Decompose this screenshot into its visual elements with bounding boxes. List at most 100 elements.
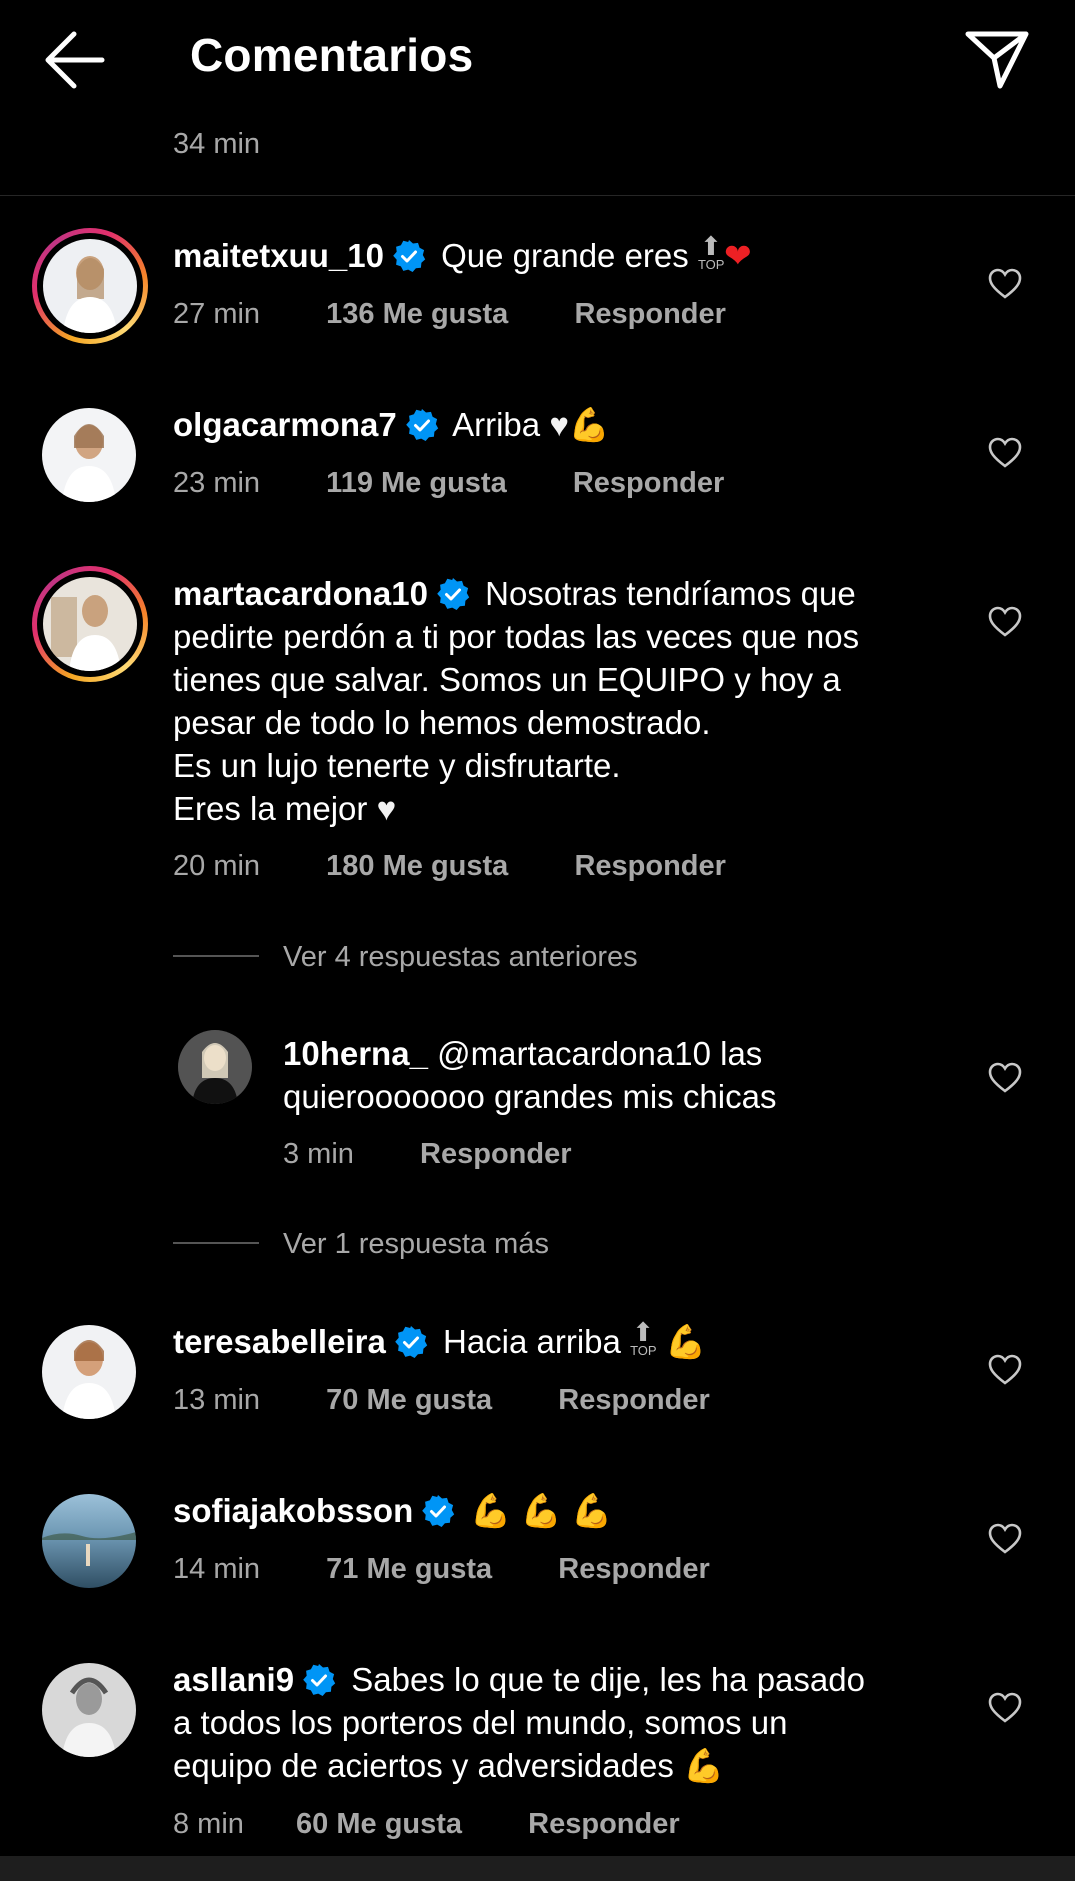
reply-button[interactable]: Responder <box>420 1138 571 1170</box>
avatar[interactable] <box>42 1325 136 1419</box>
bottom-bar <box>0 1856 1075 1881</box>
likes-count[interactable]: 180 Me gusta <box>326 850 508 882</box>
comment-body: Hacia arriba <box>442 1323 621 1360</box>
view-previous-replies-button[interactable]: Ver 4 respuestas anteriores <box>173 941 638 974</box>
comment-body-line: Eres la mejor <box>173 790 368 827</box>
replies-divider-line <box>173 955 259 957</box>
view-more-replies-button[interactable]: Ver 1 respuesta más <box>173 1228 549 1261</box>
comment-body: Arriba <box>452 406 541 443</box>
like-heart-icon[interactable] <box>988 1523 1022 1555</box>
comment-meta: 23 min 119 Me gusta Responder <box>173 467 724 500</box>
story-ring[interactable] <box>32 566 148 682</box>
comment-username[interactable]: teresabelleira <box>173 1323 386 1360</box>
likes-count[interactable]: 60 Me gusta <box>296 1808 462 1840</box>
header-bar: Comentarios <box>0 0 1075 118</box>
comment-text: asllani9 Sabes lo que te dije, les ha pa… <box>173 1658 953 1787</box>
divider <box>0 195 1075 196</box>
comment-username[interactable]: maitetxuu_10 <box>173 237 384 274</box>
reply-button[interactable]: Responder <box>528 1808 679 1840</box>
reply-button[interactable]: Responder <box>573 467 724 499</box>
muscle-emoji-icon: 💪 <box>665 1323 707 1360</box>
reply-meta: 3 min Responder <box>283 1138 572 1171</box>
reply-button[interactable]: Responder <box>558 1553 709 1585</box>
reply-button[interactable]: Responder <box>558 1384 709 1416</box>
comment-meta: 13 min 70 Me gusta Responder <box>173 1384 710 1417</box>
white-heart-emoji-icon: ♥ <box>376 790 397 827</box>
reply-button[interactable]: Responder <box>574 850 725 882</box>
muscle-emoji-icon: 💪 <box>470 1492 512 1529</box>
avatar[interactable] <box>42 408 136 502</box>
comment-text: teresabelleira Hacia arriba ⬆ TOP 💪 <box>173 1317 953 1363</box>
comment-meta: 8 min 60 Me gusta Responder <box>173 1808 680 1841</box>
comment-body: Que grande eres <box>441 237 689 274</box>
like-heart-icon[interactable] <box>988 1062 1022 1094</box>
comment-text: martacardona10 Nosotras tendríamos que p… <box>173 572 953 830</box>
comment-body-line: Es un lujo tenerte y disfrutarte. <box>173 747 621 784</box>
comment-time: 14 min <box>173 1553 261 1585</box>
back-arrow-icon[interactable] <box>40 28 110 92</box>
avatar[interactable] <box>178 1030 252 1104</box>
likes-count[interactable]: 71 Me gusta <box>326 1553 492 1585</box>
white-heart-emoji-icon: ♥ <box>549 406 569 443</box>
comment-username[interactable]: martacardona10 <box>173 575 428 612</box>
comment-body-line: pedirte perdón a ti por todas las veces … <box>173 618 860 655</box>
verified-badge-icon <box>303 1664 336 1696</box>
comment-time: 20 min <box>173 850 261 882</box>
comment-time: 27 min <box>173 298 261 330</box>
red-heart-emoji-icon: ❤ <box>723 237 752 274</box>
like-heart-icon[interactable] <box>988 606 1022 638</box>
likes-count[interactable]: 70 Me gusta <box>326 1384 492 1416</box>
story-ring[interactable] <box>32 228 148 344</box>
comment-body-line: equipo de aciertos y adversidades <box>173 1747 674 1784</box>
comment-time: 8 min <box>173 1808 244 1840</box>
comment-time: 23 min <box>173 467 261 499</box>
comment-body-line: Nosotras tendríamos que <box>485 575 856 612</box>
comment-body-line: tienes que salvar. Somos un EQUIPO y hoy… <box>173 661 841 698</box>
comment-body-line: a todos los porteros del mundo, somos un <box>173 1704 788 1741</box>
reply-time: 3 min <box>283 1138 354 1170</box>
comment-username[interactable]: sofiajakobsson <box>173 1492 413 1529</box>
verified-badge-icon <box>422 1495 455 1527</box>
reply-body: las <box>720 1035 763 1072</box>
verified-badge-icon <box>405 409 438 441</box>
avatar[interactable] <box>43 239 137 333</box>
comment-meta: 14 min 71 Me gusta Responder <box>173 1553 710 1586</box>
reply-body: quierooooooo grandes mis chicas <box>283 1078 777 1115</box>
comment-text: sofiajakobsson 💪 💪 💪 <box>173 1489 953 1532</box>
muscle-emoji-icon: 💪 <box>568 406 610 443</box>
verified-badge-icon <box>437 578 470 610</box>
comment-username[interactable]: olgacarmona7 <box>173 406 397 443</box>
likes-count[interactable]: 136 Me gusta <box>326 298 508 330</box>
view-more-replies-label: Ver 1 respuesta más <box>283 1228 549 1260</box>
likes-count[interactable]: 119 Me gusta <box>326 467 507 499</box>
like-heart-icon[interactable] <box>988 268 1022 300</box>
avatar[interactable] <box>43 577 137 671</box>
view-previous-replies-label: Ver 4 respuestas anteriores <box>283 941 638 973</box>
avatar[interactable] <box>42 1494 136 1588</box>
like-heart-icon[interactable] <box>988 1692 1022 1724</box>
comment-body-line: Sabes lo que te dije, les ha pasado <box>351 1661 865 1698</box>
reply-button[interactable]: Responder <box>574 298 725 330</box>
comment-username[interactable]: asllani9 <box>173 1661 294 1698</box>
comment-text: maitetxuu_10 Que grande eres ⬆ TOP❤ <box>173 233 953 277</box>
page-title: Comentarios <box>190 29 474 81</box>
muscle-emoji-icon: 💪 <box>570 1492 613 1529</box>
reply-username[interactable]: 10herna_ <box>283 1035 428 1072</box>
replies-divider-line <box>173 1242 259 1244</box>
send-icon[interactable] <box>962 26 1032 92</box>
avatar[interactable] <box>42 1663 136 1757</box>
like-heart-icon[interactable] <box>988 1354 1022 1386</box>
reply-text: 10herna_ @martacardona10 las quieroooooo… <box>283 1032 963 1118</box>
like-heart-icon[interactable] <box>988 437 1022 469</box>
caption-timestamp: 34 min <box>173 128 261 160</box>
comment-meta: 20 min 180 Me gusta Responder <box>173 850 726 883</box>
top-emoji-icon: ⬆ TOP <box>630 1317 657 1358</box>
mention-link[interactable]: @martacardona10 <box>437 1035 711 1072</box>
muscle-emoji-icon: 💪 <box>683 1747 725 1784</box>
comment-time: 13 min <box>173 1384 261 1416</box>
comment-text: olgacarmona7 Arriba ♥💪 <box>173 403 953 446</box>
comment-meta: 27 min 136 Me gusta Responder <box>173 298 726 331</box>
muscle-emoji-icon: 💪 <box>520 1492 562 1529</box>
comment-body-line: pesar de todo lo hemos demostrado. <box>173 704 711 741</box>
verified-badge-icon <box>395 1326 428 1358</box>
